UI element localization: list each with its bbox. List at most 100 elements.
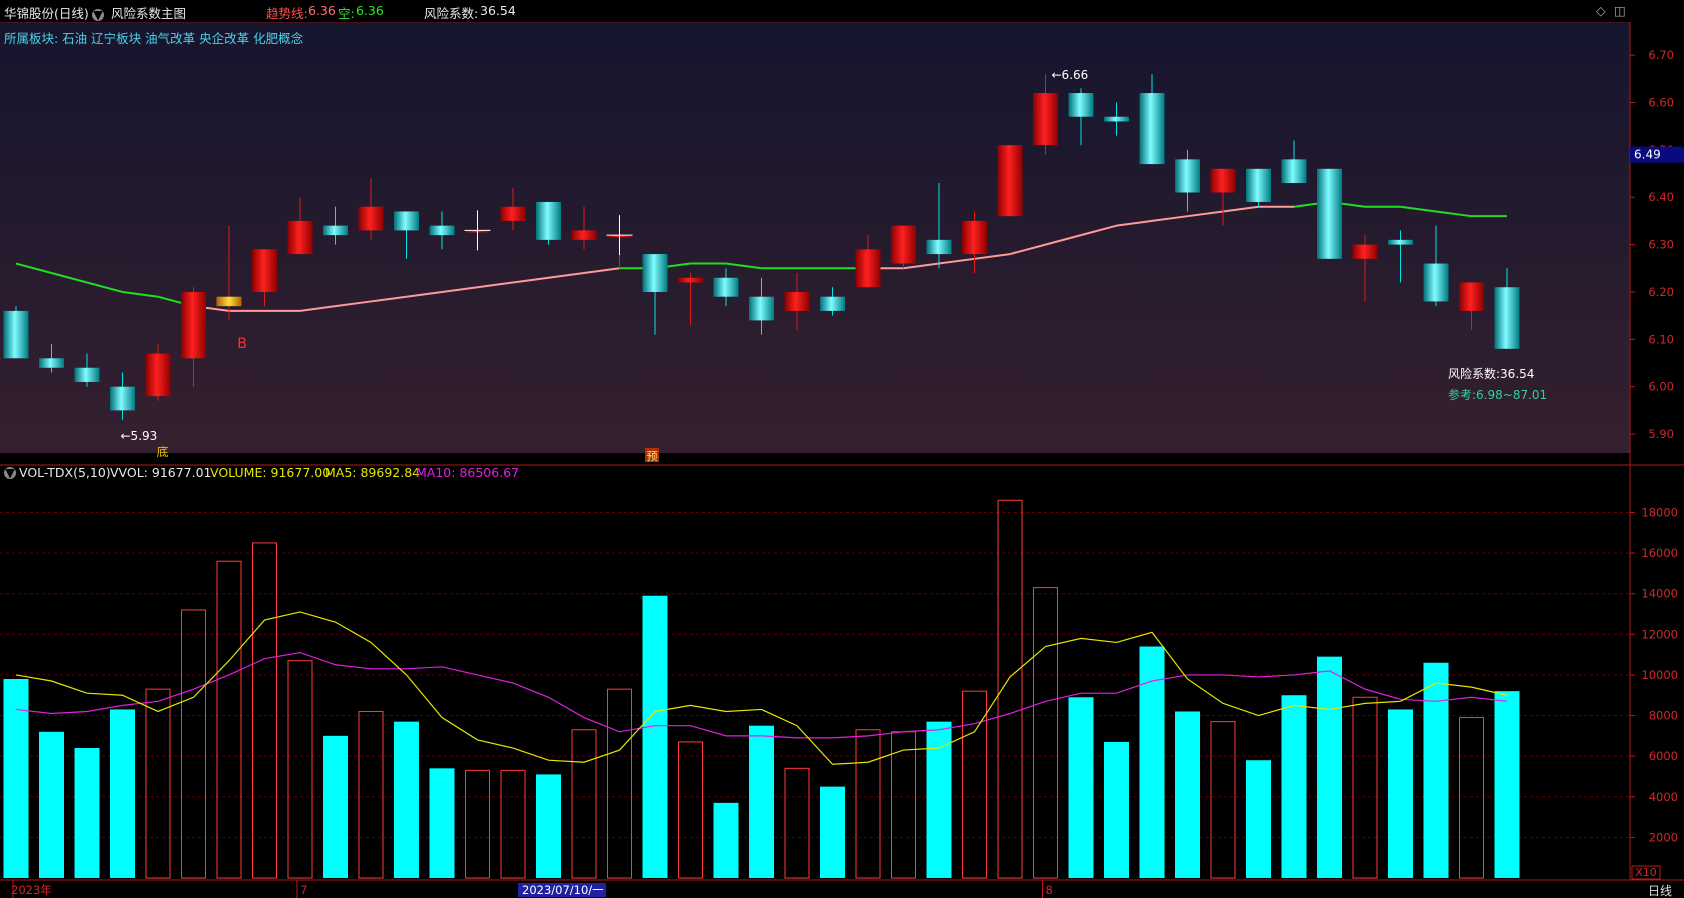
volume-bar[interactable] bbox=[323, 735, 348, 878]
volume-bar[interactable] bbox=[749, 725, 774, 878]
chart-canvas[interactable]: 5.906.006.106.206.306.406.506.606.706.49… bbox=[0, 0, 1684, 898]
candle-body[interactable] bbox=[1423, 263, 1449, 302]
volume-bar[interactable] bbox=[3, 678, 29, 878]
volume-bar[interactable] bbox=[1175, 711, 1200, 878]
candle-body[interactable] bbox=[287, 220, 313, 255]
candle-body[interactable] bbox=[1317, 168, 1342, 259]
candle-body[interactable] bbox=[571, 230, 597, 240]
price-tick-label: 5.90 bbox=[1648, 427, 1674, 441]
low-price-label: ←5.93 bbox=[121, 429, 158, 443]
volume-bar[interactable] bbox=[216, 560, 242, 879]
candle-body[interactable] bbox=[181, 291, 206, 359]
volume-bar[interactable] bbox=[74, 748, 100, 878]
candle-body[interactable] bbox=[891, 225, 916, 264]
candle-body[interactable] bbox=[855, 249, 881, 288]
candle-body[interactable] bbox=[1281, 159, 1307, 184]
candle-body[interactable] bbox=[1104, 116, 1129, 122]
volume-bar[interactable] bbox=[145, 688, 171, 879]
candle-body[interactable] bbox=[500, 206, 526, 221]
volume-bar[interactable] bbox=[1494, 691, 1520, 878]
candle-body[interactable] bbox=[3, 310, 29, 359]
window-toggle-icon[interactable]: ◫ bbox=[1614, 3, 1626, 18]
candle-body[interactable] bbox=[784, 291, 810, 311]
volume-bar[interactable] bbox=[1423, 662, 1449, 878]
volume-bar[interactable] bbox=[536, 774, 561, 878]
candle-body[interactable] bbox=[1388, 239, 1413, 245]
volume-bar[interactable] bbox=[1388, 709, 1413, 878]
candle-body[interactable] bbox=[997, 145, 1023, 217]
stock-title[interactable]: 华锦股份(日线) bbox=[4, 3, 89, 22]
diamond-icon[interactable]: ◇ bbox=[1596, 3, 1606, 18]
volume-tick-label: 6000 bbox=[1649, 749, 1678, 763]
ma10-value: MA10: 86506.67 bbox=[416, 465, 520, 480]
candle-body[interactable] bbox=[323, 225, 348, 236]
candle-body[interactable] bbox=[926, 239, 952, 255]
volume-bar[interactable] bbox=[465, 769, 490, 879]
volume-bar[interactable] bbox=[1246, 760, 1271, 878]
volume-bar[interactable] bbox=[1459, 717, 1484, 879]
x-tick-label: 7 bbox=[300, 883, 307, 897]
volume-bar[interactable] bbox=[607, 688, 632, 879]
buy-signal: B bbox=[237, 336, 247, 352]
volume-bar[interactable] bbox=[855, 729, 881, 879]
candle-body[interactable] bbox=[39, 358, 64, 368]
candle-body[interactable] bbox=[1033, 93, 1058, 146]
chevron-down-icon[interactable]: ▼ bbox=[4, 466, 16, 479]
sector-list[interactable]: 所属板块: 石油 辽宁板块 油气改革 央企改革 化肥概念 bbox=[4, 28, 303, 47]
candle-body[interactable] bbox=[429, 225, 455, 236]
candle-body[interactable] bbox=[358, 206, 384, 231]
candle-body[interactable] bbox=[536, 201, 561, 240]
volume-bar[interactable] bbox=[394, 721, 419, 878]
volume-bar[interactable] bbox=[110, 709, 135, 878]
volume-bar[interactable] bbox=[678, 741, 703, 879]
candle-body[interactable] bbox=[1494, 287, 1520, 349]
candle-body[interactable] bbox=[962, 220, 987, 255]
candle-body[interactable] bbox=[145, 353, 171, 397]
volume-bar[interactable] bbox=[891, 731, 916, 879]
price-panel[interactable] bbox=[0, 22, 1630, 453]
volume-bar[interactable] bbox=[287, 660, 313, 879]
volume-bar[interactable] bbox=[358, 710, 384, 879]
volume-bar[interactable] bbox=[713, 802, 739, 878]
candle-body[interactable] bbox=[1068, 93, 1094, 117]
candle-body[interactable] bbox=[820, 296, 845, 311]
volume-bar[interactable] bbox=[1317, 656, 1342, 878]
candle-body[interactable] bbox=[252, 249, 277, 292]
volume-bar[interactable] bbox=[571, 729, 597, 879]
candle-body[interactable] bbox=[1175, 159, 1200, 193]
candle-body[interactable] bbox=[642, 254, 668, 292]
volume-bar[interactable] bbox=[642, 595, 668, 878]
candle-body[interactable] bbox=[394, 211, 419, 231]
volume-bar[interactable] bbox=[1210, 721, 1236, 879]
chevron-down-icon[interactable]: ▼ bbox=[92, 8, 104, 21]
volume-bar[interactable] bbox=[1104, 741, 1129, 878]
candle-body[interactable] bbox=[713, 277, 739, 297]
vol-indicator-name[interactable]: VOL-TDX(5,10) bbox=[19, 465, 111, 480]
candle-body[interactable] bbox=[74, 367, 100, 382]
volume-tick-label: 16000 bbox=[1641, 546, 1678, 560]
candle-body[interactable] bbox=[678, 277, 703, 283]
candle-body[interactable] bbox=[1210, 168, 1236, 193]
volume-bar[interactable] bbox=[39, 731, 64, 878]
volume-bar[interactable] bbox=[1033, 587, 1058, 879]
volume-bar[interactable] bbox=[429, 768, 455, 878]
volume-bar[interactable] bbox=[926, 721, 952, 878]
candle-body[interactable] bbox=[1139, 93, 1165, 165]
candle-body[interactable] bbox=[216, 296, 242, 307]
candle-body[interactable] bbox=[110, 386, 135, 411]
volume-bar[interactable] bbox=[784, 767, 810, 879]
risk-label: 风险系数: bbox=[424, 6, 479, 21]
volume-bar[interactable] bbox=[820, 786, 845, 878]
volume-bar[interactable] bbox=[252, 542, 277, 879]
volume-bar[interactable] bbox=[1352, 696, 1378, 879]
price-tick-label: 6.30 bbox=[1648, 238, 1674, 252]
volume-bar[interactable] bbox=[1281, 695, 1307, 878]
volume-tick-label: 2000 bbox=[1649, 830, 1678, 844]
indicator-dropdown[interactable]: ▼ 风险系数主图 bbox=[92, 3, 186, 22]
candle-body[interactable] bbox=[1352, 244, 1378, 259]
candle-body[interactable] bbox=[749, 296, 774, 321]
candle-body[interactable] bbox=[1459, 282, 1484, 311]
volume-bar[interactable] bbox=[500, 769, 526, 879]
volume-bar[interactable] bbox=[1068, 697, 1094, 878]
candle-body[interactable] bbox=[1246, 168, 1271, 202]
